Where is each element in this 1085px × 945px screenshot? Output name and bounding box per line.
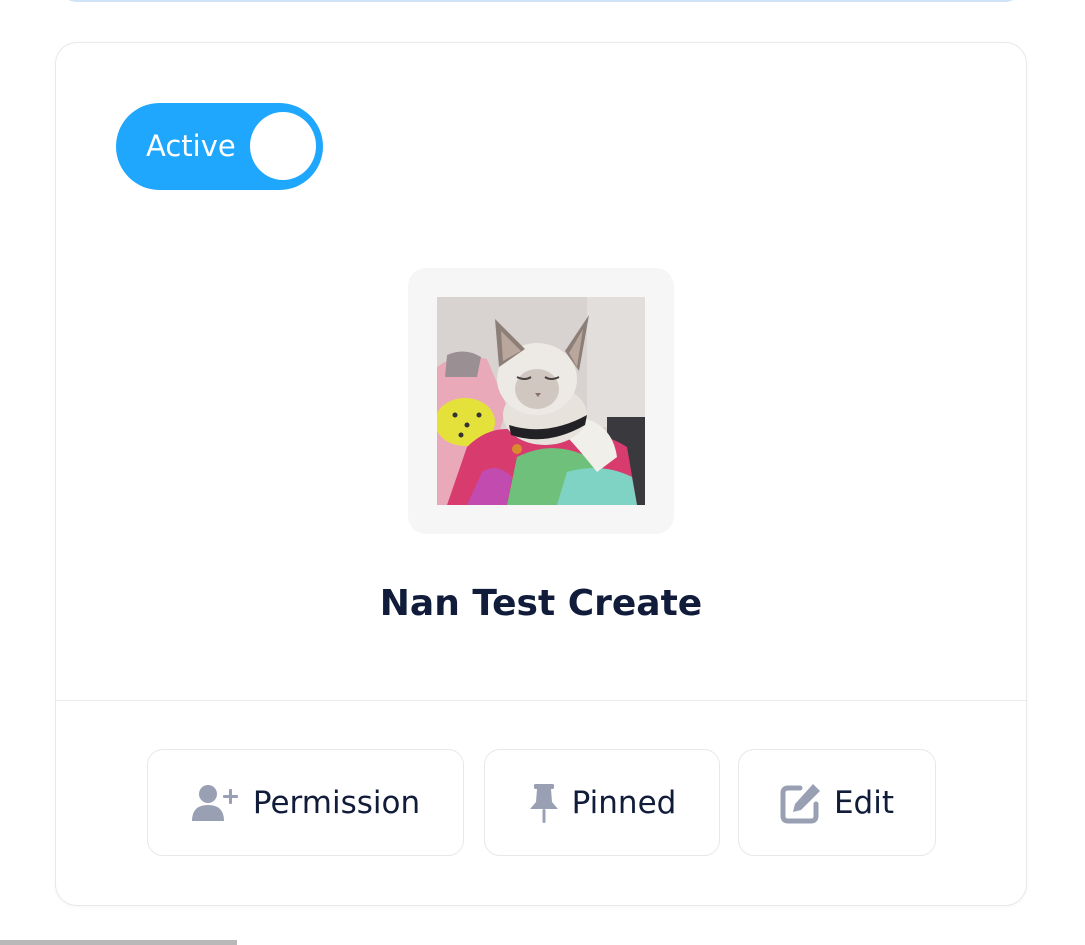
thumbtack-icon (528, 782, 560, 824)
active-toggle[interactable]: Active (116, 103, 323, 190)
previous-card-edge (62, 0, 1020, 2)
toggle-knob (250, 112, 316, 180)
profile-name: Nan Test Create (379, 583, 703, 624)
page: Active Nan Test Create Permission Pinned… (0, 0, 1085, 945)
permission-button[interactable]: Permission (147, 749, 464, 856)
thumbnail-frame (408, 268, 674, 534)
group-card: Active Nan Test Create Permission Pinned… (55, 42, 1027, 906)
permission-button-label: Permission (252, 784, 421, 821)
pinned-button[interactable]: Pinned (484, 749, 720, 856)
active-toggle-label: Active (146, 129, 236, 163)
card-divider (56, 700, 1026, 701)
edit-button[interactable]: Edit (738, 749, 936, 856)
pen-to-square-icon (780, 782, 822, 824)
pinned-button-label: Pinned (571, 784, 677, 821)
cat-photo-illustration (437, 297, 645, 505)
edit-button-label: Edit (833, 784, 895, 821)
cat-photo (437, 297, 645, 505)
horizontal-scrollbar[interactable] (0, 940, 237, 945)
user-plus-icon (191, 783, 241, 823)
